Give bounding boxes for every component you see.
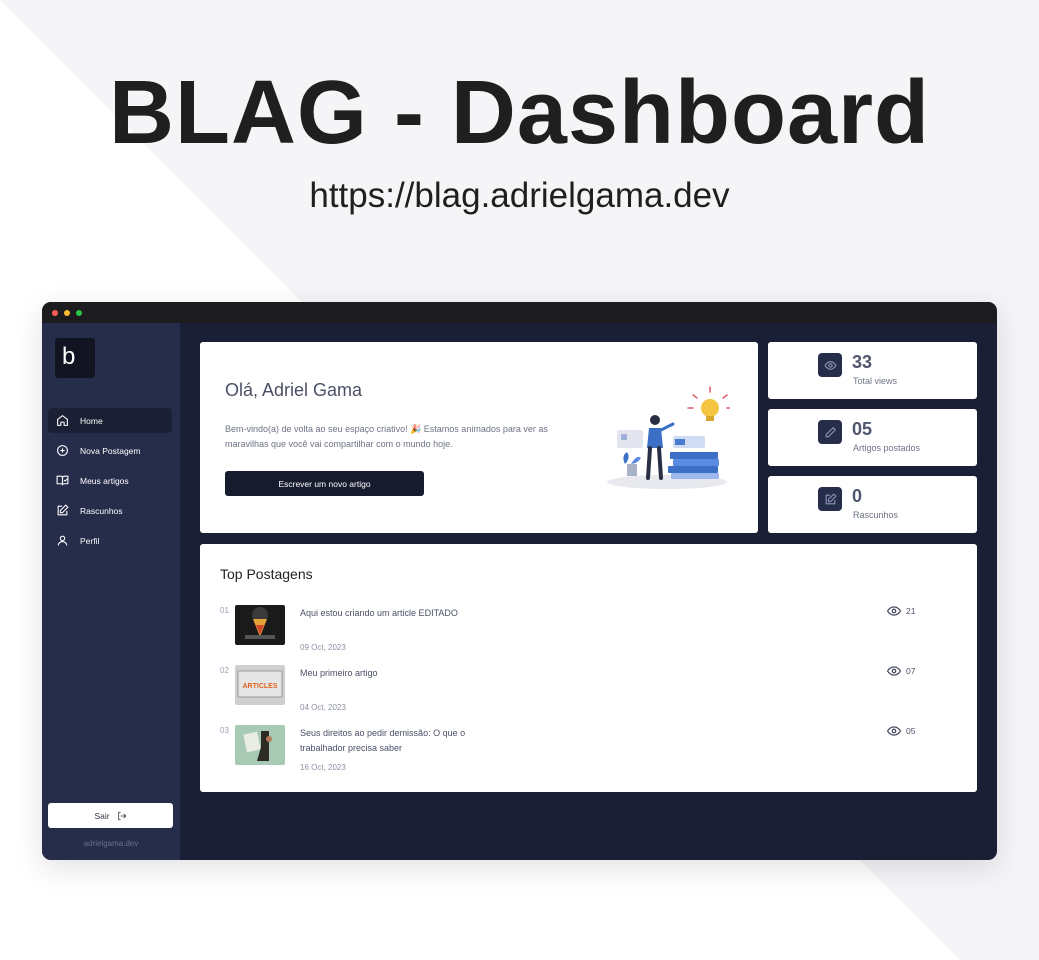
top-posts-card: Top Postagens 01 Aqui estou criando um a…	[200, 544, 977, 792]
stat-card-posts: 05 Artigos postados	[768, 409, 977, 466]
sidebar-item-nova-postagem[interactable]: Nova Postagem	[48, 438, 172, 463]
post-thumbnail[interactable]: ARTICLES	[235, 665, 285, 705]
edit-icon	[818, 487, 842, 511]
pencil-icon	[818, 420, 842, 444]
welcome-card: Olá, Adriel Gama Bem-vindo(a) de volta a…	[200, 342, 758, 533]
plus-circle-icon	[56, 444, 72, 458]
site-url: https://blag.adrielgama.dev	[309, 176, 730, 215]
eye-icon	[887, 726, 901, 736]
stat-card-views: 33 Total views	[768, 342, 977, 399]
post-views: 07	[887, 665, 915, 677]
stat-label: Artigos postados	[853, 443, 921, 453]
sidebar-item-label: Rascunhos	[80, 505, 123, 516]
post-title[interactable]: Seus direitos ao pedir demissão: O que o…	[300, 726, 500, 756]
stat-label: Rascunhos	[853, 510, 899, 520]
welcome-message: Bem-vindo(a) de volta ao seu espaço cria…	[225, 424, 548, 449]
welcome-greeting: Olá, Adriel Gama	[225, 380, 363, 400]
post-thumbnail[interactable]	[235, 725, 285, 765]
logout-button[interactable]: Sair	[48, 803, 173, 828]
stat-value: 33	[852, 352, 873, 372]
stat-card-drafts: 0 Rascunhos	[768, 476, 977, 533]
top-posts-title: Top Postagens	[220, 566, 313, 582]
stat-value: 05	[852, 419, 873, 439]
post-rank: 03	[220, 726, 229, 735]
post-date: 09 Oct, 2023	[300, 643, 346, 652]
post-views-count: 07	[906, 666, 916, 676]
post-rank: 02	[220, 666, 229, 675]
minimize-window-dot[interactable]	[64, 310, 70, 316]
sidebar-item-home[interactable]: Home	[48, 408, 172, 433]
sidebar-item-perfil[interactable]: Perfil	[48, 528, 172, 553]
creative-illustration	[607, 386, 730, 489]
sidebar-item-label: Nova Postagem	[80, 445, 141, 456]
list-item[interactable]: 02 ARTICLES Meu primeiro artigo 04 Oct, …	[220, 665, 960, 722]
post-views-count: 05	[906, 726, 916, 736]
stat-value: 0	[852, 486, 863, 506]
sidebar: b Home Nova Postagem Meus artigos Rascun…	[42, 323, 180, 860]
sidebar-nav: Home Nova Postagem Meus artigos Rascunho…	[48, 408, 172, 558]
user-icon	[56, 534, 72, 548]
post-views: 21	[887, 605, 915, 617]
edit-icon	[56, 504, 72, 518]
app-logo[interactable]: b	[55, 338, 95, 378]
post-title[interactable]: Aqui estou criando um article EDITADO	[300, 606, 500, 621]
sidebar-item-rascunhos[interactable]: Rascunhos	[48, 498, 172, 523]
sidebar-item-label: Home	[80, 415, 103, 426]
eye-icon	[818, 353, 842, 377]
close-window-dot[interactable]	[52, 310, 58, 316]
thumb-text: ARTICLES	[243, 683, 278, 690]
book-check-icon	[56, 474, 72, 488]
sidebar-item-meus-artigos[interactable]: Meus artigos	[48, 468, 172, 493]
list-item[interactable]: 03 Seus direitos ao pedir demissão: O qu…	[220, 725, 960, 782]
home-icon	[56, 414, 72, 428]
stat-label: Total views	[853, 376, 898, 386]
app-window: b Home Nova Postagem Meus artigos Rascun…	[42, 302, 997, 860]
sidebar-item-label: Perfil	[80, 535, 100, 546]
eye-icon	[887, 666, 901, 676]
list-item[interactable]: 01 Aqui estou criando um article EDITADO…	[220, 605, 960, 662]
sidebar-item-label: Meus artigos	[80, 475, 129, 486]
post-thumbnail[interactable]	[235, 605, 285, 645]
eye-icon	[887, 606, 901, 616]
post-rank: 01	[220, 606, 229, 615]
post-views-count: 21	[906, 606, 916, 616]
page-title: BLAG - Dashboard	[108, 63, 931, 163]
window-titlebar	[42, 302, 997, 323]
post-views: 05	[887, 725, 915, 737]
post-title[interactable]: Meu primeiro artigo	[300, 666, 500, 681]
write-article-button[interactable]: Escrever um novo artigo	[225, 471, 424, 496]
maximize-window-dot[interactable]	[76, 310, 82, 316]
post-date: 04 Oct, 2023	[300, 703, 346, 712]
logout-label: Sair	[94, 810, 110, 821]
sidebar-footer: adrielgama.dev	[83, 839, 139, 848]
post-date: 16 Oct, 2023	[300, 763, 346, 772]
logout-icon	[117, 811, 126, 820]
